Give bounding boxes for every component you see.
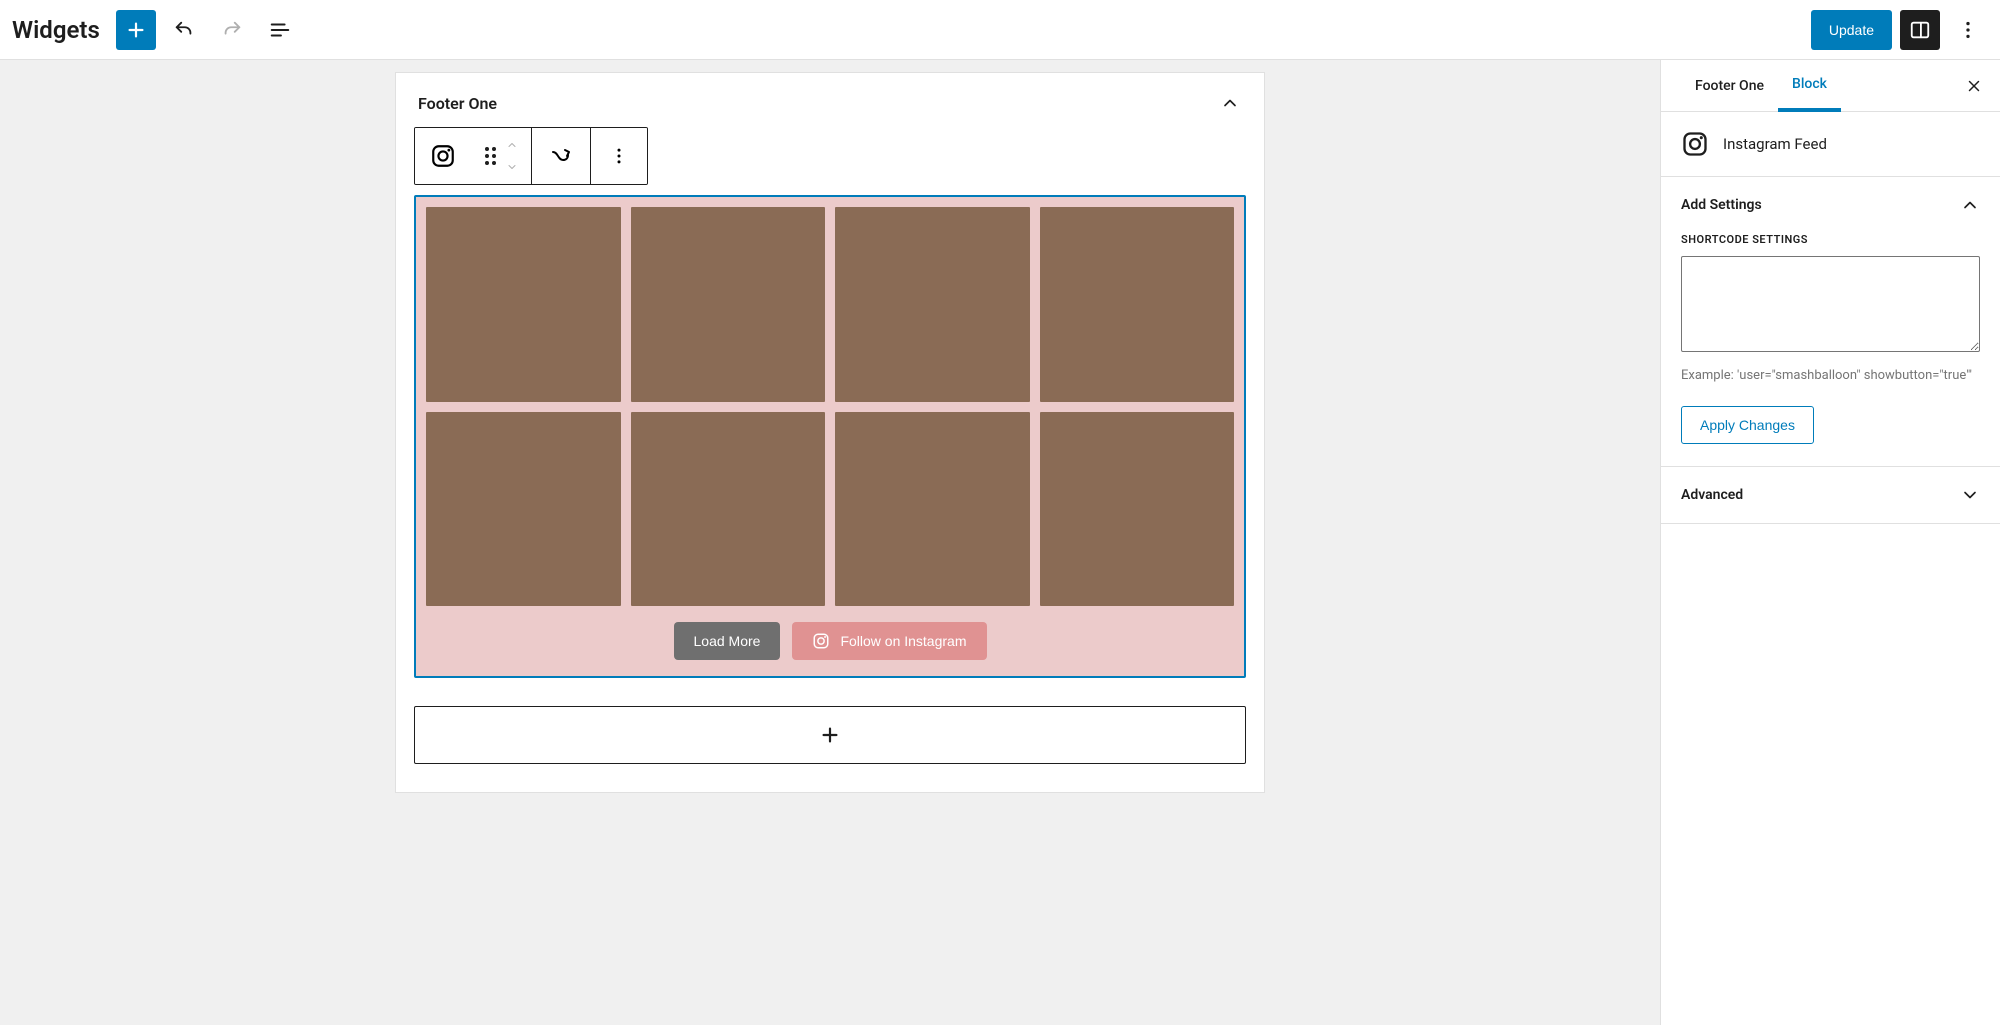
add-block-appender[interactable] — [414, 706, 1246, 764]
feed-image[interactable] — [631, 207, 826, 402]
settings-sidebar: Footer One Block Instagram Feed Add Sett… — [1660, 60, 2000, 1025]
page-title: Widgets — [12, 16, 100, 44]
redo-icon — [221, 19, 243, 41]
list-view-button[interactable] — [260, 10, 300, 50]
close-icon — [1965, 77, 1983, 95]
panel-add-settings-toggle[interactable]: Add Settings — [1661, 177, 2000, 233]
feed-image[interactable] — [1040, 207, 1235, 402]
follow-button[interactable]: Follow on Instagram — [792, 622, 986, 660]
move-curve-icon — [549, 144, 573, 168]
options-button[interactable] — [1948, 10, 1988, 50]
instagram-icon — [1681, 130, 1709, 158]
panel-title: Add Settings — [1681, 197, 1762, 213]
tab-widget-area[interactable]: Footer One — [1681, 62, 1778, 110]
move-to-area-button[interactable] — [532, 128, 590, 184]
more-vertical-icon — [1957, 19, 1979, 41]
panel-title: Advanced — [1681, 487, 1743, 503]
chevron-down-icon — [1960, 485, 1980, 505]
add-block-button[interactable] — [116, 10, 156, 50]
block-mover[interactable] — [471, 128, 531, 184]
redo-button[interactable] — [212, 10, 252, 50]
plus-icon — [125, 19, 147, 41]
more-vertical-icon — [609, 146, 629, 166]
panel-advanced-toggle[interactable]: Advanced — [1661, 467, 2000, 523]
block-toolbar — [414, 127, 648, 185]
instagram-icon — [430, 143, 456, 169]
tab-block[interactable]: Block — [1778, 60, 1841, 112]
close-sidebar-button[interactable] — [1956, 68, 1992, 104]
follow-button-label: Follow on Instagram — [840, 633, 966, 649]
apply-changes-button[interactable]: Apply Changes — [1681, 406, 1814, 444]
update-button[interactable]: Update — [1811, 10, 1892, 50]
collapse-area-toggle[interactable] — [1218, 91, 1242, 115]
list-view-icon — [269, 19, 291, 41]
instagram-feed-block[interactable]: Load More Follow on Instagram — [414, 195, 1246, 678]
block-type-button[interactable] — [415, 128, 471, 184]
shortcode-example-hint: Example: 'user="smashballoon" showbutton… — [1681, 366, 1980, 386]
load-more-button[interactable]: Load More — [674, 622, 781, 660]
drag-handle-icon — [485, 147, 496, 165]
widget-area-title: Footer One — [418, 94, 497, 113]
feed-image[interactable] — [835, 412, 1030, 607]
panel-columns-icon — [1909, 19, 1931, 41]
block-options-button[interactable] — [591, 128, 647, 184]
feed-image[interactable] — [631, 412, 826, 607]
feed-image[interactable] — [426, 412, 621, 607]
chevron-up-icon — [1960, 195, 1980, 215]
block-name-label: Instagram Feed — [1723, 135, 1827, 153]
plus-icon — [819, 724, 841, 746]
undo-button[interactable] — [164, 10, 204, 50]
feed-image[interactable] — [426, 207, 621, 402]
chevron-up-icon — [1220, 93, 1240, 113]
chevron-down-icon — [506, 161, 518, 173]
settings-panel-toggle[interactable] — [1900, 10, 1940, 50]
chevron-up-icon — [506, 139, 518, 151]
instagram-icon — [812, 632, 830, 650]
feed-image[interactable] — [1040, 412, 1235, 607]
feed-image[interactable] — [835, 207, 1030, 402]
shortcode-settings-input[interactable] — [1681, 256, 1980, 352]
shortcode-settings-label: SHORTCODE SETTINGS — [1681, 233, 1980, 246]
undo-icon — [173, 19, 195, 41]
